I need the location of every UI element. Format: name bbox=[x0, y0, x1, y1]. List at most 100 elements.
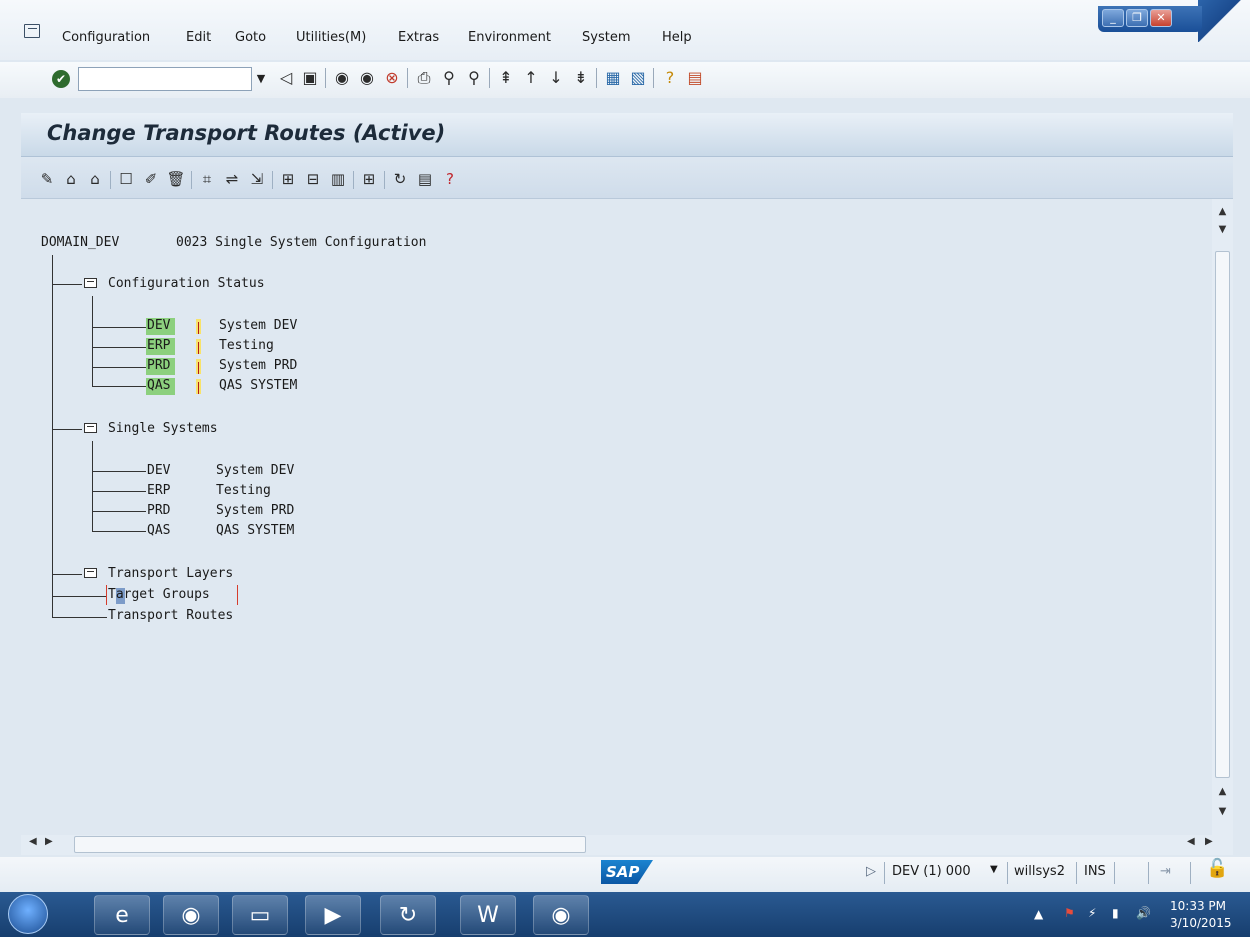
status-expand-icon[interactable]: ▷ bbox=[866, 864, 876, 879]
horizontal-scrollbar[interactable]: ◀ ▶ ◀ ▶ bbox=[21, 835, 1233, 855]
taskbar-ie-icon[interactable]: e bbox=[94, 895, 150, 935]
taskbar-chrome2-icon[interactable]: ◉ bbox=[533, 895, 589, 935]
node-transport-routes[interactable]: Transport Routes bbox=[108, 608, 233, 623]
help-icon[interactable]: ? bbox=[660, 68, 680, 88]
menu-utilities[interactable]: Utilities(M) bbox=[296, 30, 366, 45]
enter-check-icon[interactable]: ✔ bbox=[52, 70, 70, 88]
back-green-icon[interactable]: ◉ bbox=[332, 68, 352, 88]
menu-environment[interactable]: Environment bbox=[468, 30, 551, 45]
create-session-icon[interactable]: ▦ bbox=[603, 68, 623, 88]
house-icon[interactable]: ⌂ bbox=[85, 169, 105, 189]
node-transport-layers[interactable]: Transport Layers bbox=[108, 566, 233, 581]
tree-line bbox=[92, 367, 146, 368]
tray-network-icon[interactable]: ▮ bbox=[1112, 906, 1119, 920]
command-field[interactable] bbox=[78, 67, 252, 91]
scroll-thumb[interactable] bbox=[1215, 251, 1230, 778]
tree-line bbox=[92, 327, 146, 328]
back-arrow-icon[interactable]: ◁ bbox=[276, 68, 296, 88]
node-single-systems[interactable]: Single Systems bbox=[108, 421, 218, 436]
print-icon[interactable]: ⎙ bbox=[414, 68, 434, 88]
scroll-right-icon[interactable]: ▶ bbox=[1205, 836, 1213, 847]
system-info[interactable]: DEV (1) 000 bbox=[892, 864, 971, 879]
node-configuration-status[interactable]: Configuration Status bbox=[108, 276, 265, 291]
clock-date[interactable]: 3/10/2015 bbox=[1170, 916, 1232, 930]
taskbar-word-icon[interactable]: W bbox=[460, 895, 516, 935]
scroll-up-icon[interactable]: ▲ bbox=[1212, 783, 1233, 801]
layout-icon[interactable]: ⊞ bbox=[359, 169, 379, 189]
insert-mode[interactable]: INS bbox=[1084, 864, 1106, 879]
scroll-up-icon[interactable]: ▲ bbox=[1212, 203, 1233, 221]
tray-volume-icon[interactable]: 🔊 bbox=[1136, 906, 1151, 920]
single-system-sid[interactable]: ERP bbox=[147, 483, 170, 498]
tree-line bbox=[92, 441, 93, 531]
other-config-icon[interactable]: ⌂ bbox=[61, 169, 81, 189]
tray-power-icon[interactable]: ⚡ bbox=[1088, 906, 1096, 920]
last-page-icon[interactable]: ⇟ bbox=[571, 68, 591, 88]
unlock-icon[interactable]: 🔓 bbox=[1206, 858, 1228, 879]
move-icon[interactable]: ⇲ bbox=[247, 169, 267, 189]
exit-icon[interactable]: ◉ bbox=[357, 68, 377, 88]
system-dropdown-icon[interactable]: ▼ bbox=[990, 864, 998, 875]
graphic-icon[interactable]: ▥ bbox=[328, 169, 348, 189]
status-system-sid[interactable]: DEV bbox=[147, 318, 170, 333]
single-system-sid[interactable]: PRD bbox=[147, 503, 170, 518]
start-button[interactable] bbox=[8, 894, 48, 934]
collapse-icon[interactable]: ⊟ bbox=[303, 169, 323, 189]
create-icon[interactable]: ☐ bbox=[116, 169, 136, 189]
taskbar-media-icon[interactable]: ▶ bbox=[305, 895, 361, 935]
find-next-icon[interactable]: ⚲ bbox=[464, 68, 484, 88]
find-icon[interactable]: ⚲ bbox=[439, 68, 459, 88]
list-icon[interactable]: ▤ bbox=[415, 169, 435, 189]
scroll-right-icon[interactable]: ▶ bbox=[45, 836, 53, 847]
customize-layout-icon[interactable]: ▤ bbox=[685, 68, 705, 88]
clock-time[interactable]: 10:33 PM bbox=[1170, 899, 1226, 913]
menu-edit[interactable]: Edit bbox=[186, 30, 211, 45]
h-scroll-thumb[interactable] bbox=[74, 836, 586, 853]
status-system-sid[interactable]: QAS bbox=[147, 378, 170, 393]
node-target-groups[interactable]: Target Groups bbox=[108, 587, 210, 602]
single-system-sid[interactable]: DEV bbox=[147, 463, 170, 478]
previous-page-icon[interactable]: ↑ bbox=[521, 68, 541, 88]
expand-icon[interactable]: ⊞ bbox=[278, 169, 298, 189]
minimize-button[interactable]: _ bbox=[1102, 9, 1124, 27]
scroll-left-icon[interactable]: ◀ bbox=[1187, 836, 1195, 847]
save-icon[interactable]: ▣ bbox=[300, 68, 320, 88]
tree-line bbox=[52, 429, 82, 430]
single-system-sid[interactable]: QAS bbox=[147, 523, 170, 538]
cancel-icon[interactable]: ⊗ bbox=[382, 68, 402, 88]
taskbar-chrome-icon[interactable]: ◉ bbox=[163, 895, 219, 935]
status-system-sid[interactable]: ERP bbox=[147, 338, 170, 353]
shortcut-icon[interactable]: ▧ bbox=[628, 68, 648, 88]
scroll-down-icon[interactable]: ▼ bbox=[1212, 221, 1233, 239]
refresh-icon[interactable]: ↻ bbox=[390, 169, 410, 189]
taskbar-sap-icon[interactable]: ↻ bbox=[380, 895, 436, 935]
close-button[interactable]: ✕ bbox=[1150, 9, 1172, 27]
next-page-icon[interactable]: ↓ bbox=[546, 68, 566, 88]
menu-configuration[interactable]: Configuration bbox=[62, 30, 150, 45]
first-page-icon[interactable]: ⇞ bbox=[496, 68, 516, 88]
delete-icon[interactable]: 🗑 bbox=[166, 169, 186, 189]
distribute-icon[interactable]: ⇌ bbox=[222, 169, 242, 189]
restore-button[interactable]: ❐ bbox=[1126, 9, 1148, 27]
tray-flag-icon[interactable]: ⚑ bbox=[1064, 906, 1075, 920]
edit-pencil-icon[interactable]: ✐ bbox=[141, 169, 161, 189]
folder-closed-icon[interactable] bbox=[84, 568, 97, 578]
system-menu-icon[interactable] bbox=[24, 24, 40, 38]
folder-open-icon[interactable] bbox=[84, 423, 97, 433]
tray-expand-icon[interactable]: ▲ bbox=[1034, 907, 1043, 921]
taskbar-explorer-icon[interactable]: ▭ bbox=[232, 895, 288, 935]
vertical-scrollbar[interactable]: ▲ ▼ ▲ ▼ bbox=[1212, 199, 1233, 835]
zoom-icon[interactable]: ⌗ bbox=[197, 169, 217, 189]
command-dropdown-icon[interactable]: ▼ bbox=[252, 67, 270, 91]
tab-order-icon[interactable]: ⇥ bbox=[1160, 864, 1171, 879]
menu-extras[interactable]: Extras bbox=[398, 30, 439, 45]
display-change-icon[interactable]: ✎ bbox=[37, 169, 57, 189]
info-icon[interactable]: ? bbox=[440, 169, 460, 189]
folder-open-icon[interactable] bbox=[84, 278, 97, 288]
scroll-down-icon[interactable]: ▼ bbox=[1212, 803, 1233, 821]
menu-help[interactable]: Help bbox=[662, 30, 692, 45]
status-system-sid[interactable]: PRD bbox=[147, 358, 170, 373]
menu-goto[interactable]: Goto bbox=[235, 30, 266, 45]
scroll-left-icon[interactable]: ◀ bbox=[29, 836, 37, 847]
menu-system[interactable]: System bbox=[582, 30, 630, 45]
